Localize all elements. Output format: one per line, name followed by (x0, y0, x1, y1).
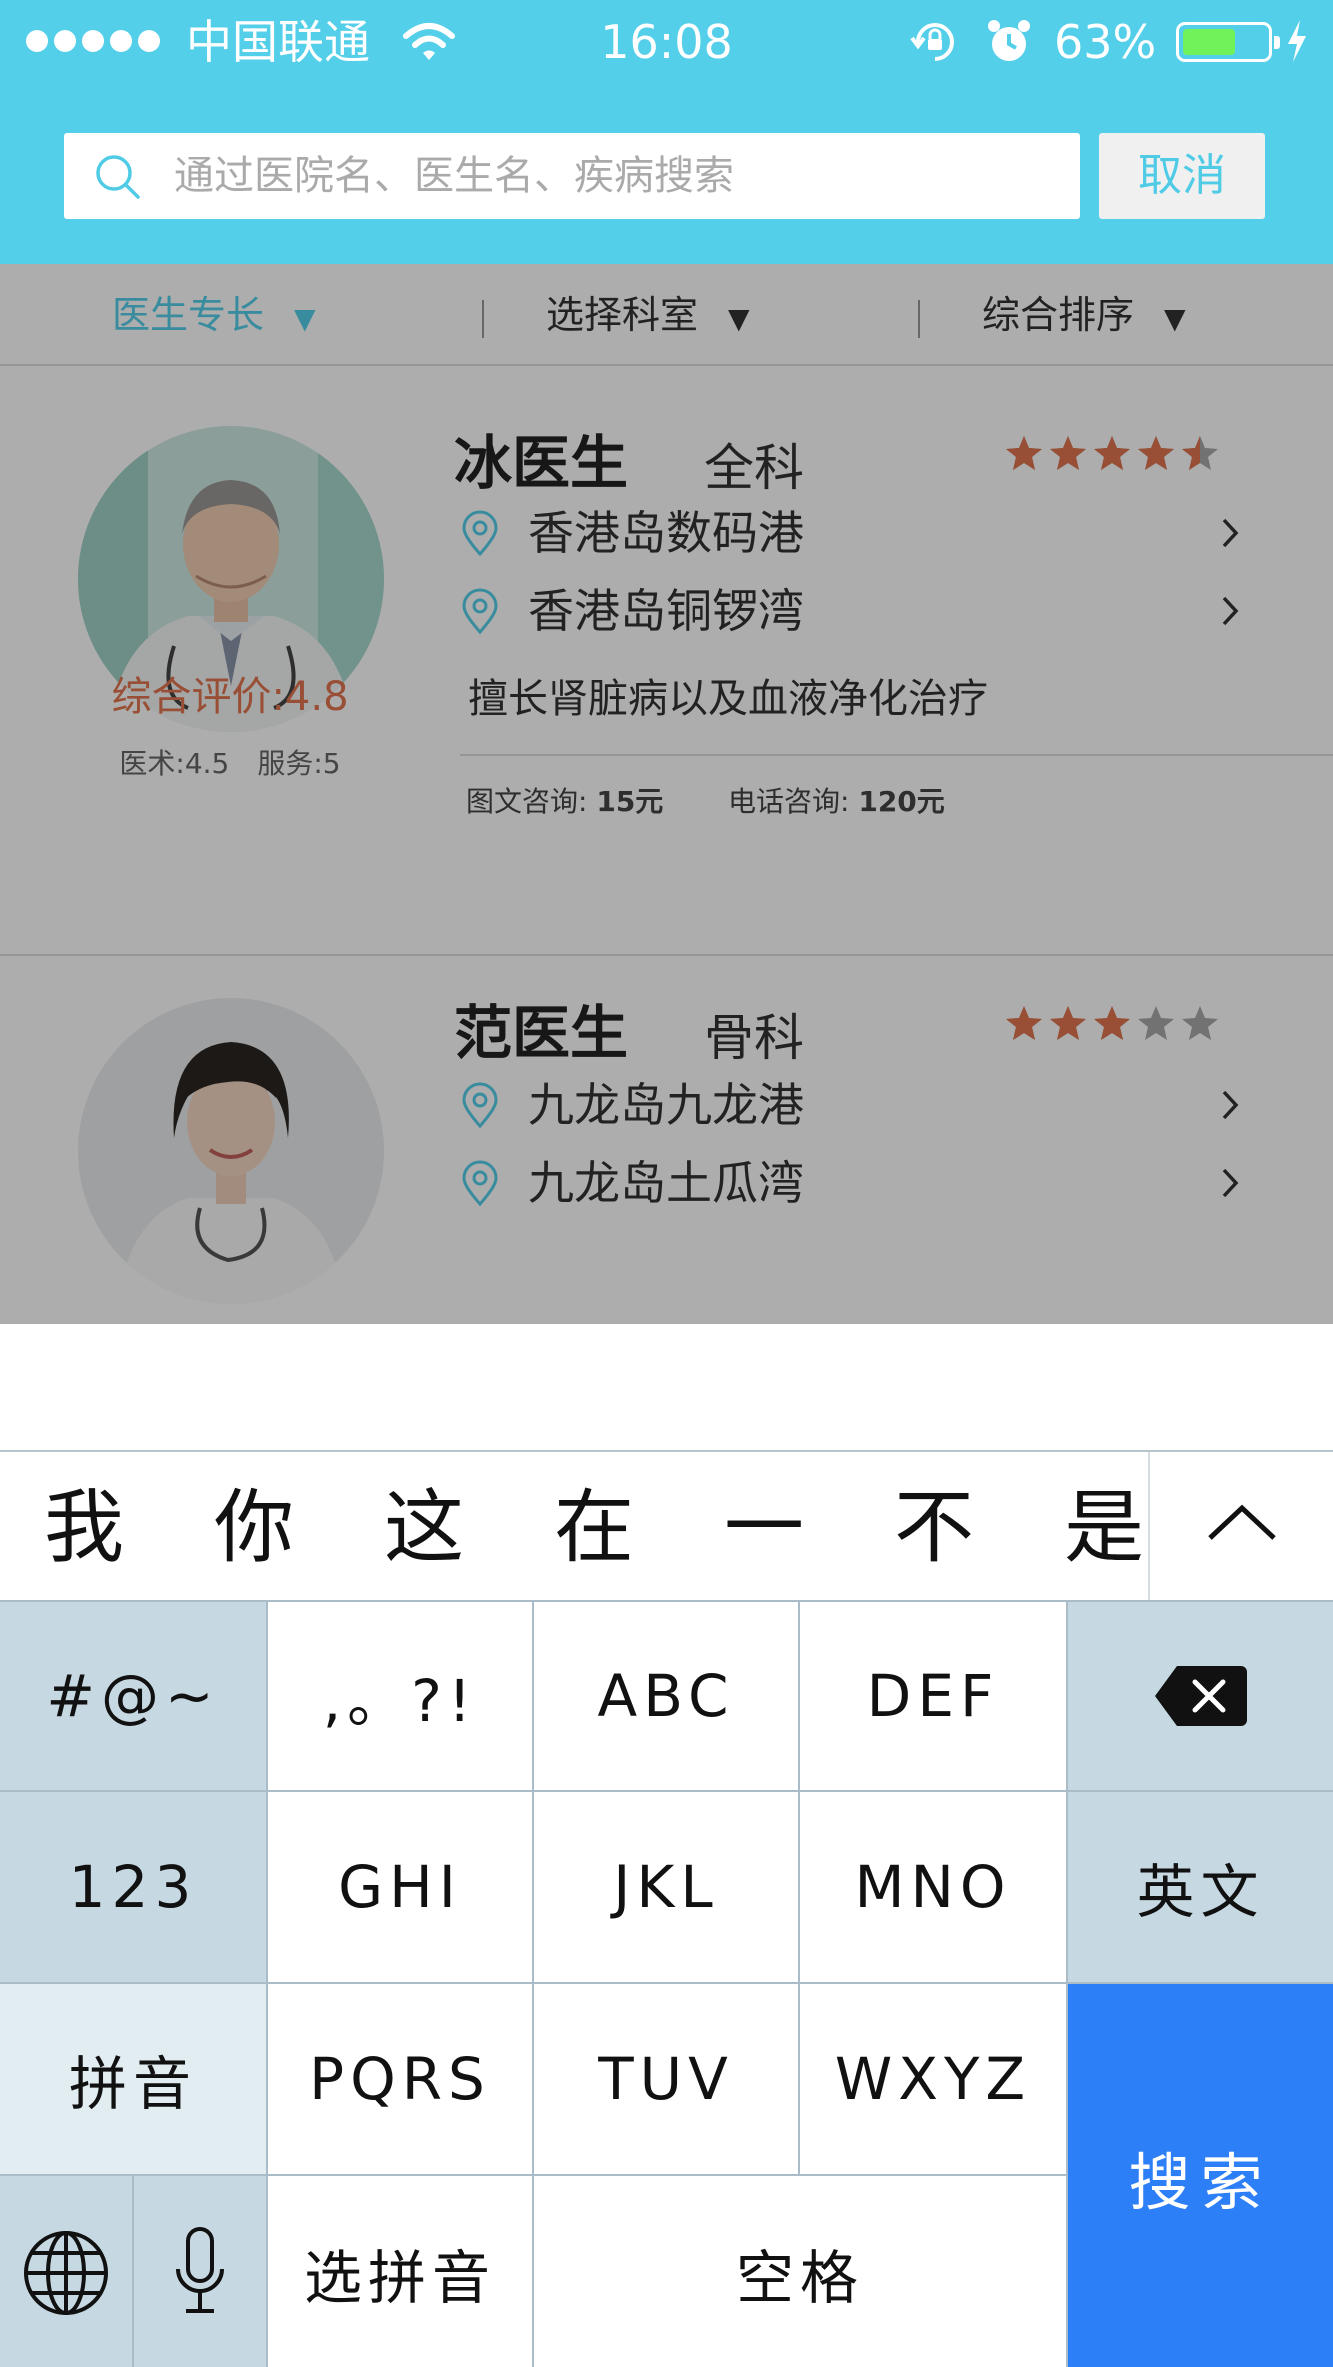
app-header: 中国联通 16:08 63% 通过医院名、医生名、疾病搜索 取消 (0, 0, 1333, 264)
chevron-up-icon (1208, 1504, 1276, 1540)
key-tuv[interactable]: TUV (534, 1984, 800, 2176)
battery-level (1183, 29, 1235, 55)
candidate-bar: 我 你 这 在 一 不 是 (0, 1452, 1333, 1600)
battery-icon (1176, 22, 1280, 62)
key-123[interactable]: 123 (0, 1792, 268, 1984)
candidate-word[interactable]: 我 (44, 1480, 124, 1576)
candidate-word[interactable]: 不 (894, 1480, 974, 1576)
search-key[interactable]: 搜索 (1068, 1984, 1333, 2367)
globe-icon (24, 2230, 108, 2315)
key-mno[interactable]: MNO (800, 1792, 1068, 1984)
rotation-lock-icon (910, 18, 960, 70)
candidate-word[interactable]: 在 (554, 1480, 634, 1576)
key-globe[interactable] (0, 2176, 134, 2367)
delete-button[interactable] (1068, 1600, 1333, 1792)
search-bar[interactable] (64, 133, 1080, 219)
key-def[interactable]: DEF (800, 1600, 1068, 1792)
search-icon (92, 151, 144, 207)
key-space[interactable]: 空格 (534, 2176, 1068, 2367)
key-symbols[interactable]: #@~ (0, 1600, 268, 1792)
key-pqrs[interactable]: PQRS (268, 1984, 534, 2176)
dim-overlay[interactable] (0, 264, 1333, 1324)
key-wxyz[interactable]: WXYZ (800, 1984, 1068, 2176)
search-input[interactable] (174, 133, 1054, 219)
backspace-icon (1154, 1666, 1247, 1726)
candidate-word[interactable]: 一 (724, 1480, 804, 1576)
candidate-word[interactable]: 这 (384, 1480, 464, 1576)
alarm-icon (986, 18, 1032, 70)
key-select-pinyin[interactable]: 选拼音 (268, 2176, 534, 2367)
key-pinyin[interactable]: 拼音 (0, 1984, 268, 2176)
battery-percent: 63% (1054, 15, 1157, 69)
key-microphone[interactable] (134, 2176, 268, 2367)
expand-candidates-button[interactable] (1150, 1452, 1333, 1600)
key-ghi[interactable]: GHI (268, 1792, 534, 1984)
key-jkl[interactable]: JKL (534, 1792, 800, 1984)
key-punctuation[interactable]: ,。?! (268, 1600, 534, 1792)
doctor-list-area: 医生专长 ▼ 选择科室 ▼ 综合排序 ▼ 综合评价:4.8 医术:4.5 服务:… (0, 264, 1333, 1324)
microphone-icon (176, 2226, 224, 2313)
candidate-word[interactable]: 你 (214, 1480, 294, 1576)
key-abc[interactable]: ABC (534, 1600, 800, 1792)
charging-bolt-icon (1284, 18, 1310, 68)
key-english[interactable]: 英文 (1068, 1792, 1333, 1984)
status-bar: 中国联通 16:08 63% (0, 0, 1333, 84)
cancel-button[interactable]: 取消 (1099, 133, 1265, 219)
candidate-word[interactable]: 是 (1064, 1480, 1144, 1576)
pinyin-keyboard: 我 你 这 在 一 不 是 #@~ ,。?! ABC DEF 123 GHI J… (0, 1450, 1333, 2367)
